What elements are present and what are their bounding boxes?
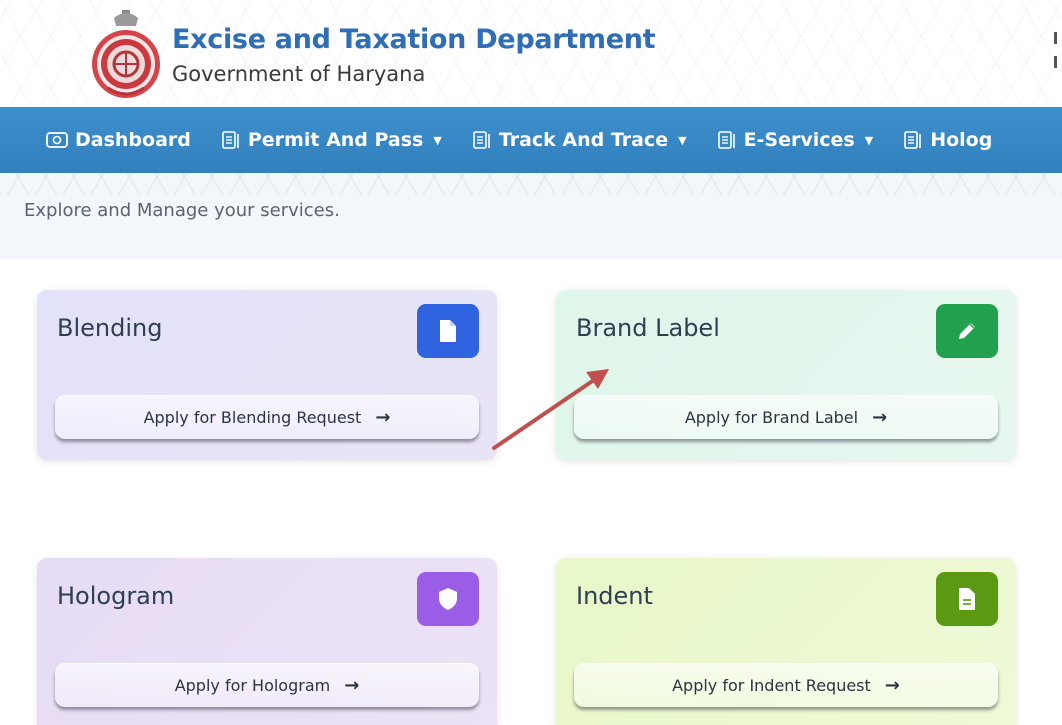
document-icon	[904, 131, 922, 149]
department-title: Excise and Taxation Department	[172, 24, 656, 55]
button-label: Apply for Blending Request	[143, 407, 362, 427]
service-card-brand-label: Brand Label Apply for Brand Label →	[556, 290, 1016, 460]
card-title: Hologram	[57, 582, 175, 610]
chevron-down-icon: ▼	[433, 133, 442, 147]
button-label: Apply for Brand Label	[684, 407, 859, 427]
main-navbar: Dashboard Permit And Pass ▼ Track And Tr…	[0, 107, 1062, 173]
intro-text: Explore and Manage your services.	[24, 200, 340, 221]
dashboard-icon	[46, 132, 68, 148]
document-icon	[936, 572, 998, 626]
intro-band: Explore and Manage your services.	[0, 173, 1062, 259]
document-icon	[222, 131, 239, 149]
apply-blending-request-button[interactable]: Apply for Blending Request →	[55, 395, 479, 439]
apply-indent-request-button[interactable]: Apply for Indent Request →	[574, 663, 998, 707]
department-subtitle: Government of Haryana	[172, 62, 426, 86]
nav-item-permit-and-pass[interactable]: Permit And Pass ▼	[221, 129, 442, 151]
nav-item-label: Holog	[930, 129, 993, 151]
card-title: Blending	[57, 314, 163, 342]
shield-icon	[417, 572, 479, 626]
document-icon	[717, 131, 735, 149]
arrow-right-icon: →	[344, 674, 360, 696]
service-card-blending: Blending Apply for Blending Request →	[37, 290, 497, 460]
nav-item-track-and-trace[interactable]: Track And Trace ▼	[472, 129, 687, 151]
file-icon	[417, 304, 479, 358]
haryana-emblem-logo	[92, 10, 160, 98]
header-edge-text-fragment	[1054, 32, 1062, 80]
nav-item-dashboard[interactable]: Dashboard	[46, 129, 191, 151]
nav-item-label: Track And Trace	[498, 129, 669, 151]
card-title: Brand Label	[576, 314, 720, 342]
decorative-pattern	[0, 173, 1062, 195]
nav-item-label: Dashboard	[75, 129, 191, 151]
chevron-down-icon: ▼	[678, 133, 687, 147]
card-title: Indent	[576, 582, 653, 610]
nav-item-label: Permit And Pass	[247, 129, 424, 151]
nav-item-label: E-Services	[743, 129, 855, 151]
arrow-right-icon: →	[884, 674, 900, 696]
button-label: Apply for Hologram	[174, 675, 331, 695]
service-card-indent: Indent Apply for Indent Request →	[556, 558, 1016, 725]
button-label: Apply for Indent Request	[672, 675, 871, 695]
arrow-right-icon: →	[375, 406, 391, 428]
site-header: Excise and Taxation Department Governmen…	[0, 0, 1062, 107]
nav-item-hologram[interactable]: Holog	[903, 129, 992, 151]
document-icon	[473, 131, 490, 149]
arrow-right-icon: →	[872, 406, 888, 428]
apply-brand-label-button[interactable]: Apply for Brand Label →	[574, 395, 998, 439]
apply-hologram-button[interactable]: Apply for Hologram →	[55, 663, 479, 707]
nav-item-e-services[interactable]: E-Services ▼	[717, 129, 874, 151]
chevron-down-icon: ▼	[864, 133, 874, 147]
service-card-hologram: Hologram Apply for Hologram →	[37, 558, 497, 725]
pencil-icon	[936, 304, 998, 358]
